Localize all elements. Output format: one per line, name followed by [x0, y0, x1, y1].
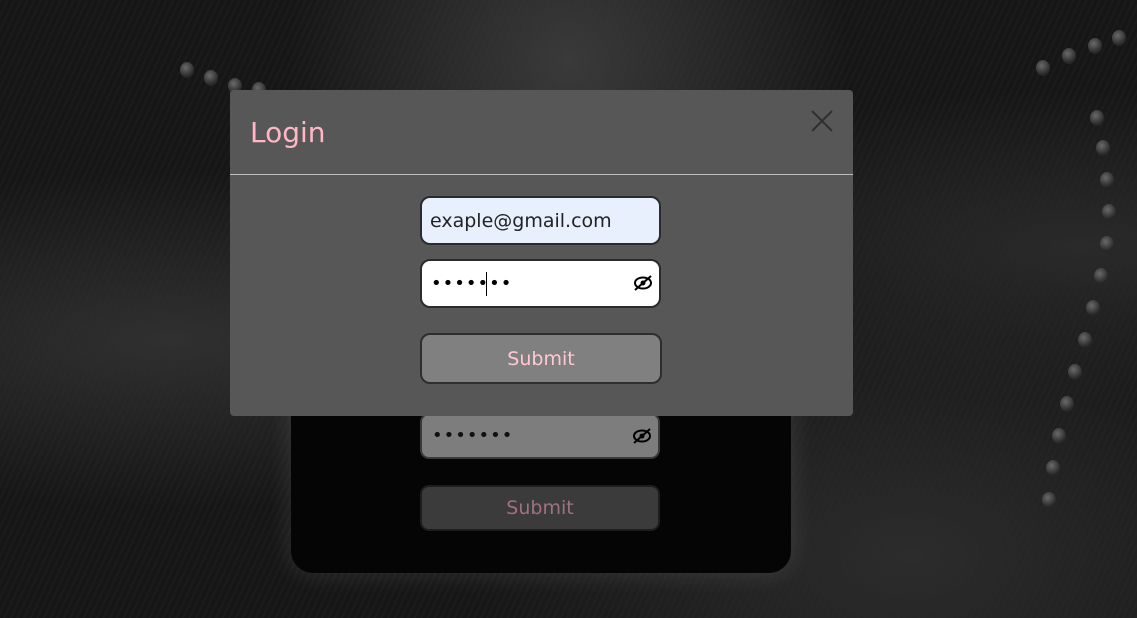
- background-password-value: •••••••: [432, 425, 514, 446]
- background-password-field[interactable]: •••••••: [420, 413, 660, 459]
- email-field[interactable]: [420, 196, 661, 245]
- password-value: •••••••: [431, 273, 513, 294]
- password-field[interactable]: •••••••: [420, 259, 661, 308]
- eye-slash-icon[interactable]: [632, 428, 652, 448]
- modal-header: Login: [230, 90, 853, 175]
- text-caret: [486, 272, 487, 296]
- login-modal: Login ••••••• Submit: [230, 90, 853, 416]
- background-submit-button[interactable]: Submit: [420, 485, 660, 531]
- email-input[interactable]: [422, 198, 659, 243]
- close-icon[interactable]: [809, 108, 835, 134]
- submit-button[interactable]: Submit: [420, 333, 662, 384]
- modal-title: Login: [250, 116, 326, 149]
- eye-slash-icon[interactable]: [633, 275, 653, 295]
